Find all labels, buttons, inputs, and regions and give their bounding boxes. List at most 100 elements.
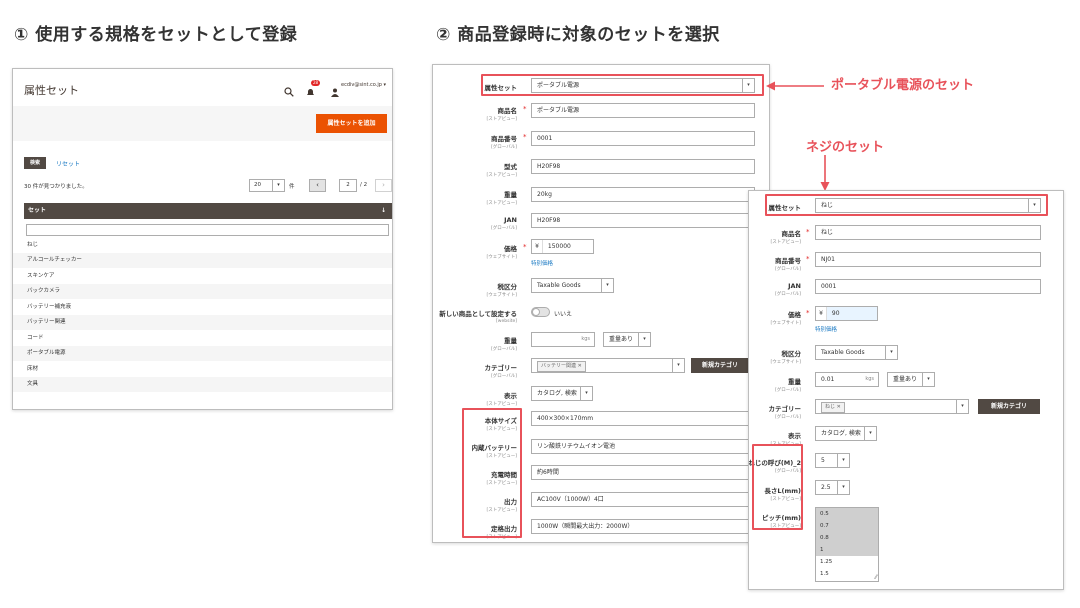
sort-arrow-icon: ↓ <box>380 207 386 214</box>
table-row[interactable]: コード <box>13 331 392 346</box>
resize-handle-icon[interactable]: ⁄⁄ <box>875 574 877 581</box>
chevron-down-icon: ▾ <box>864 427 876 440</box>
category-tag[interactable]: ねじ ✕ <box>821 402 845 413</box>
category-tag[interactable]: バッテリー関連 ✕ <box>537 361 586 372</box>
table-row[interactable]: 床材 <box>13 362 392 377</box>
list-item[interactable]: 0.5 <box>816 508 878 520</box>
add-attribute-set-button[interactable]: 属性セットを追加 <box>316 114 387 133</box>
weight-type-select[interactable]: 重量あり ▾ <box>887 372 935 387</box>
table-row[interactable]: 文具 <box>13 377 392 392</box>
chevron-down-icon: ▾ <box>885 346 897 359</box>
table-row[interactable]: アルコールチェッカー <box>13 253 392 268</box>
user-email: ecdiv@sint.co.jp <box>341 82 382 88</box>
table-row[interactable]: バックカメラ <box>13 284 392 299</box>
tax-class-select[interactable]: Taxable Goods ▾ <box>531 278 614 293</box>
category-select[interactable]: ねじ ✕ ▾ <box>815 399 969 414</box>
field-label: 型式 [ストアビュー] <box>486 163 517 178</box>
product-name-input[interactable]: ねじ <box>815 225 1041 240</box>
jan-input[interactable]: H20F98 <box>531 213 755 228</box>
screw-product-form: 属性セット ねじ ▾ 商品名 [ストアビュー] * ねじ 商品番号 [グローバル] *… <box>748 190 1064 590</box>
rated-output-input[interactable]: 1000W（瞬間最大出力：2000W） <box>531 519 755 534</box>
model-input[interactable]: H20F98 <box>531 159 755 174</box>
table-row[interactable]: スキンケア <box>13 269 392 284</box>
weight-type-select[interactable]: 重量あり ▾ <box>603 332 651 347</box>
chevron-down-icon: ▾ <box>580 387 592 400</box>
visibility-select[interactable]: カタログ, 検索 ▾ <box>531 386 593 401</box>
sku-input[interactable]: 0001 <box>531 131 755 146</box>
weight-text-input[interactable]: 20kg <box>531 187 755 202</box>
arrow-down-icon <box>819 155 831 191</box>
new-product-toggle[interactable] <box>531 307 550 317</box>
screw-set-annotation: ネジのセット <box>806 140 885 155</box>
weight-label: 重量 [グローバル] <box>775 378 801 393</box>
close-icon[interactable]: ✕ <box>837 404 841 410</box>
special-price-link[interactable]: 特別価格 <box>531 259 553 267</box>
field-label: 商品名 [ストアビュー] <box>770 230 801 245</box>
nominal-size-select[interactable]: 5 ▾ <box>815 453 850 468</box>
toggle-value: いいえ <box>554 311 573 318</box>
attr-set-highlight <box>765 194 1048 216</box>
field-label: 重量 [ストアビュー] <box>486 191 517 206</box>
product-name-input[interactable]: ポータブル電源 <box>531 103 755 118</box>
chevron-down-icon: ▾ <box>638 333 650 346</box>
weight-input[interactable]: kgs <box>531 332 595 347</box>
list-item[interactable]: 1 <box>816 544 878 556</box>
current-page-input[interactable]: 2 <box>339 179 357 192</box>
body-size-input[interactable]: 400×300×170mm <box>531 411 755 426</box>
chevron-down-icon: ▾ <box>837 454 849 467</box>
battery-input[interactable]: リン酸鉄リチウムイオン電池 <box>531 439 755 454</box>
user-icon <box>331 82 339 97</box>
tax-class-label: 税区分 [ウェブサイト] <box>486 283 517 298</box>
tax-class-select[interactable]: Taxable Goods ▾ <box>815 345 898 360</box>
price-input[interactable]: ¥ 90 <box>815 306 878 321</box>
output-input[interactable]: AC100V（1000W）4口 <box>531 492 755 507</box>
jan-input[interactable]: 0001 <box>815 279 1041 294</box>
table-row[interactable]: バッテリー関連 <box>13 315 392 330</box>
price-input[interactable]: ¥ 150000 <box>531 239 594 254</box>
new-category-button[interactable]: 新規カテゴリ <box>978 399 1040 414</box>
chevron-right-icon: › <box>382 181 385 189</box>
required-mark: * <box>523 133 527 141</box>
grid-filter-input[interactable] <box>26 224 389 236</box>
field-label: JAN [グローバル] <box>491 216 517 231</box>
notification-bell-icon[interactable]: 28 <box>306 80 321 95</box>
category-label: カテゴリー [グローバル] <box>768 405 802 420</box>
weight-input[interactable]: 0.01 kgs <box>815 372 879 387</box>
table-row[interactable]: ねじ <box>13 238 392 253</box>
field-label: 商品番号 [グローバル] <box>491 135 517 150</box>
per-page-select[interactable]: 20 ▾ <box>249 179 285 192</box>
search-button[interactable]: 検索 <box>24 157 46 169</box>
list-item[interactable]: 0.8 <box>816 532 878 544</box>
required-mark: * <box>523 105 527 113</box>
grid-rows: ねじ アルコールチェッカー スキンケア バックカメラ バッテリー補充液 バッテリ… <box>13 238 392 398</box>
grid-column-header[interactable]: セット ↓ <box>24 203 392 219</box>
list-item[interactable]: 1.25 <box>816 556 878 568</box>
table-row[interactable]: ポータブル電源 <box>13 346 392 361</box>
portable-set-annotation: ポータブル電源のセット <box>831 78 975 93</box>
list-item[interactable]: 1.5 <box>816 568 878 580</box>
chevron-down-icon: ▾ <box>672 359 684 372</box>
visibility-select[interactable]: カタログ, 検索 ▾ <box>815 426 877 441</box>
price-label: 価格 [ウェブサイト] <box>770 311 801 326</box>
per-page-unit: 件 <box>289 184 295 190</box>
required-mark: * <box>523 243 527 251</box>
category-select[interactable]: バッテリー関連 ✕ ▾ <box>531 358 685 373</box>
chevron-down-icon: ▾ <box>601 279 613 292</box>
special-price-link[interactable]: 特別価格 <box>815 325 837 333</box>
table-row[interactable]: バッテリー補充液 <box>13 300 392 315</box>
new-category-button[interactable]: 新規カテゴリ <box>691 358 749 373</box>
pitch-multiselect[interactable]: 0.5 0.7 0.8 1 1.25 1.5 ⁄⁄ <box>815 507 879 582</box>
weight-label: 重量 [グローバル] <box>491 337 517 352</box>
sku-input[interactable]: NJ01 <box>815 252 1041 267</box>
list-item[interactable]: 0.7 <box>816 520 878 532</box>
page-title: 属性セット <box>24 84 79 97</box>
result-count: 30 件が見つかりました。 <box>24 184 88 190</box>
length-select[interactable]: 2.5 ▾ <box>815 480 850 495</box>
charge-time-input[interactable]: 約6時間 <box>531 465 755 480</box>
user-account-menu[interactable]: ecdiv@sint.co.jp ▾ <box>341 82 386 88</box>
reset-link[interactable]: リセット <box>56 159 80 168</box>
close-icon[interactable]: ✕ <box>578 363 582 369</box>
next-page-button[interactable]: › <box>375 179 392 192</box>
prev-page-button[interactable]: ‹ <box>309 179 326 192</box>
search-icon[interactable] <box>284 82 294 97</box>
